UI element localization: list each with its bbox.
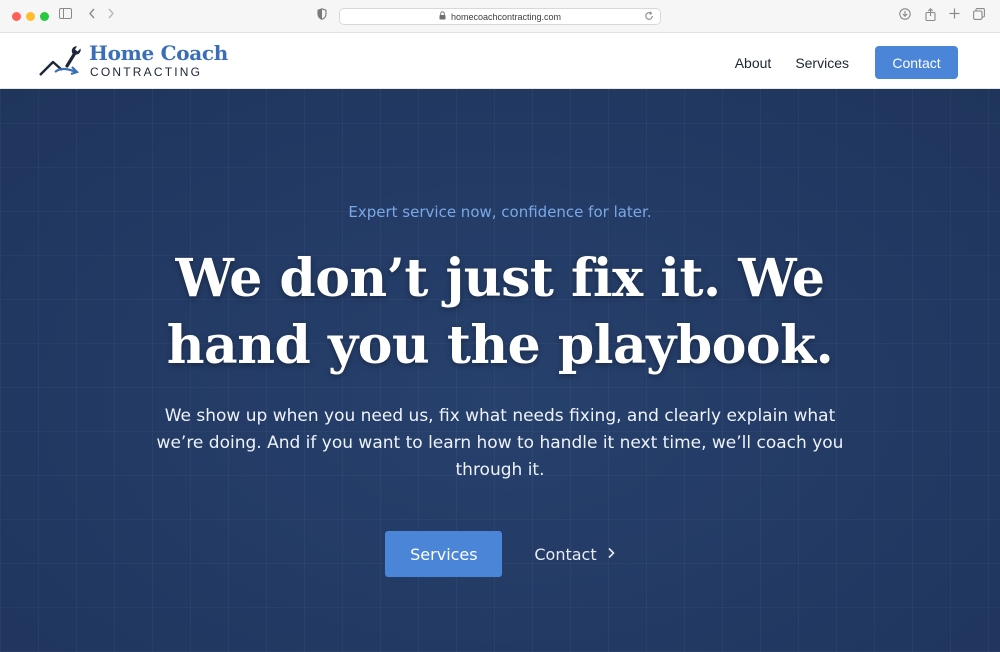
nav-about-link[interactable]: About <box>735 55 772 71</box>
hero-contact-link[interactable]: Contact <box>534 544 615 564</box>
close-window-button[interactable] <box>12 12 21 21</box>
address-bar[interactable]: homecoachcontracting.com <box>339 8 661 25</box>
address-url: homecoachcontracting.com <box>450 11 562 22</box>
privacy-shield-icon[interactable] <box>317 8 327 25</box>
hero-cta-row: Services Contact <box>0 531 1000 577</box>
logo-tagline: CONTRACTING <box>90 65 203 79</box>
zoom-window-button[interactable] <box>40 12 49 21</box>
nav-contact-button[interactable]: Contact <box>875 46 958 79</box>
hero-contact-label: Contact <box>534 544 597 564</box>
hero-headline: We don’t just fix it. We hand you the pl… <box>166 248 834 376</box>
hero-services-button[interactable]: Services <box>385 531 503 577</box>
hero-services-label: Services <box>410 544 478 564</box>
downloads-icon[interactable] <box>899 8 911 25</box>
minimize-window-button[interactable] <box>26 12 35 21</box>
hero-eyebrow: Expert service now, confidence for later… <box>348 203 652 221</box>
reload-icon[interactable] <box>644 11 654 24</box>
lock-icon <box>439 11 446 22</box>
back-icon[interactable] <box>88 8 96 24</box>
sidebar-toggle-icon[interactable] <box>59 8 72 24</box>
logo-name: Home Coach <box>89 41 229 65</box>
logo[interactable]: Home Coach CONTRACTING <box>39 41 239 81</box>
new-tab-icon[interactable] <box>949 8 960 24</box>
hero-subcopy: We show up when you need us, fix what ne… <box>156 406 844 480</box>
house-wrench-logo-icon <box>39 46 81 76</box>
tab-overview-icon[interactable] <box>973 8 985 25</box>
chevron-right-icon <box>607 545 615 563</box>
forward-icon[interactable] <box>107 8 115 24</box>
share-icon[interactable] <box>925 8 936 26</box>
site-header: Home Coach CONTRACTING About Services Co… <box>0 33 1000 89</box>
window-controls <box>12 12 49 21</box>
main-nav: About Services Contact <box>735 46 958 79</box>
nav-services-link[interactable]: Services <box>795 55 849 71</box>
hero-section: Expert service now, confidence for later… <box>0 89 1000 652</box>
browser-toolbar: homecoachcontracting.com <box>0 0 1000 33</box>
